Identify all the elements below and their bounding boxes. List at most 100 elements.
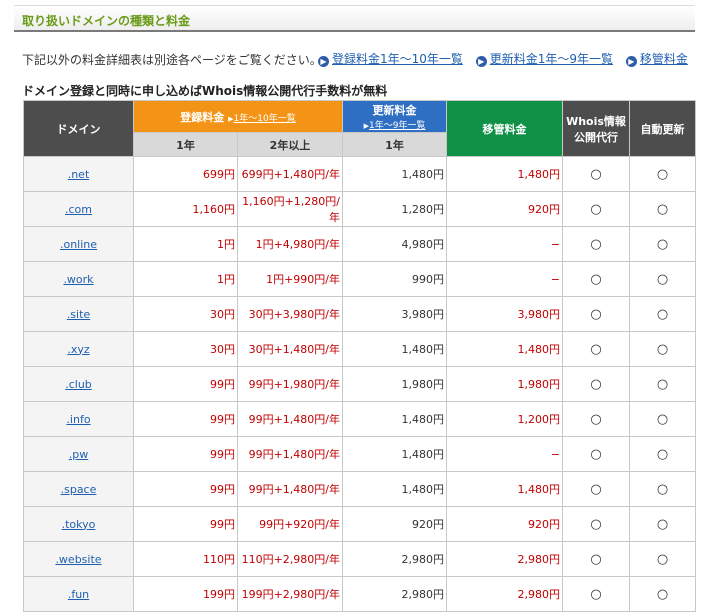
whois-available: ○ xyxy=(562,541,630,577)
whois-available: ○ xyxy=(562,296,630,332)
register-2y-price: 199円+2,980円/年 xyxy=(237,576,343,612)
whois-available: ○ xyxy=(562,191,630,227)
renew-price: 1,480円 xyxy=(342,156,447,192)
domain-link[interactable]: .net xyxy=(68,168,90,181)
domain-cell: .fun xyxy=(23,576,134,612)
whois-available: ○ xyxy=(562,471,630,507)
table-row: .pw 99円 99円+1,480円/年 1,480円 − ○ ○ xyxy=(23,436,696,472)
domain-cell: .com xyxy=(23,191,134,227)
domain-link[interactable]: .club xyxy=(65,378,92,391)
renew-price: 1,480円 xyxy=(342,331,447,367)
register-1y-price: 99円 xyxy=(133,506,238,542)
register-2y-price: 99円+1,480円/年 xyxy=(237,401,343,437)
domain-cell: .net xyxy=(23,156,134,192)
domain-link[interactable]: .online xyxy=(60,238,97,251)
header-renew: 更新料金 ▶1年〜9年一覧 xyxy=(342,100,447,133)
header-transfer: 移管料金 xyxy=(446,100,563,157)
table-row: .website 110円 110円+2,980円/年 2,980円 2,980円 ○ ○ xyxy=(23,541,696,577)
domain-link[interactable]: .fun xyxy=(68,588,89,601)
renew-price: 1,280円 xyxy=(342,191,447,227)
whois-available: ○ xyxy=(562,226,630,262)
register-price-list-link[interactable]: ▶ 登録料金1年〜10年一覧 xyxy=(318,52,463,67)
register-2y-price: 1,160円+1,280円/年 xyxy=(237,191,343,227)
table-row: .online 1円 1円+4,980円/年 4,980円 − ○ ○ xyxy=(23,226,696,262)
register-2y-price: 30円+3,980円/年 xyxy=(237,296,343,332)
domain-link[interactable]: .site xyxy=(67,308,90,321)
register-2y-price: 30円+1,480円/年 xyxy=(237,331,343,367)
auto-renew-available: ○ xyxy=(629,471,696,507)
arrow-right-icon: ▶ xyxy=(625,56,637,67)
renew-price: 1,980円 xyxy=(342,366,447,402)
transfer-price-label: 移管料金 xyxy=(639,52,688,66)
domain-link[interactable]: .info xyxy=(66,413,90,426)
domain-link[interactable]: .tokyo xyxy=(62,518,96,531)
renew-price-list-label: 更新料金1年〜9年一覧 xyxy=(489,52,614,66)
transfer-price: − xyxy=(446,436,563,472)
domain-link[interactable]: .work xyxy=(63,273,93,286)
auto-renew-available: ○ xyxy=(629,506,696,542)
transfer-price: − xyxy=(446,226,563,262)
domain-cell: .pw xyxy=(23,436,134,472)
domain-link[interactable]: .xyz xyxy=(67,343,89,356)
whois-available: ○ xyxy=(562,366,630,402)
auto-renew-available: ○ xyxy=(629,366,696,402)
domain-cell: .xyz xyxy=(23,331,134,367)
transfer-price: 920円 xyxy=(446,191,563,227)
header-domain: ドメイン xyxy=(23,100,134,157)
whois-available: ○ xyxy=(562,506,630,542)
renew-price: 1,480円 xyxy=(342,471,447,507)
arrow-right-icon: ▶ xyxy=(475,56,487,67)
auto-renew-available: ○ xyxy=(629,261,696,297)
register-2y-price: 99円+1,980円/年 xyxy=(237,366,343,402)
subheader-register-1y: 1年 xyxy=(133,132,238,157)
table-row: .fun 199円 199円+2,980円/年 2,980円 2,980円 ○ ○ xyxy=(23,576,696,612)
whois-available: ○ xyxy=(562,331,630,367)
renew-price-list-link[interactable]: ▶ 更新料金1年〜9年一覧 xyxy=(475,52,614,67)
whois-available: ○ xyxy=(562,261,630,297)
renew-price: 990円 xyxy=(342,261,447,297)
register-2y-price: 99円+920円/年 xyxy=(237,506,343,542)
register-1y-price: 99円 xyxy=(133,366,238,402)
header-auto-renew: 自動更新 xyxy=(629,100,696,157)
register-1y-price: 99円 xyxy=(133,436,238,472)
renew-price: 920円 xyxy=(342,506,447,542)
whois-available: ○ xyxy=(562,401,630,437)
transfer-price: 1,980円 xyxy=(446,366,563,402)
intro-text: 下記以外の料金詳細表は別途各ページをご覧ください。 xyxy=(22,53,322,67)
domain-cell: .work xyxy=(23,261,134,297)
domain-cell: .club xyxy=(23,366,134,402)
register-1y-price: 110円 xyxy=(133,541,238,577)
auto-renew-available: ○ xyxy=(629,541,696,577)
renew-price: 2,980円 xyxy=(342,576,447,612)
transfer-price: 1,480円 xyxy=(446,331,563,367)
domain-link[interactable]: .website xyxy=(55,553,101,566)
auto-renew-available: ○ xyxy=(629,331,696,367)
arrow-right-icon: ▶ xyxy=(318,56,329,67)
register-2y-price: 1円+990円/年 xyxy=(237,261,343,297)
header-whois: Whois情報公開代行 xyxy=(562,100,630,157)
renew-list-link[interactable]: 1年〜9年一覧 xyxy=(369,121,425,131)
transfer-price: 1,480円 xyxy=(446,471,563,507)
register-1y-price: 99円 xyxy=(133,471,238,507)
register-1y-price: 1,160円 xyxy=(133,191,238,227)
transfer-price: 1,480円 xyxy=(446,156,563,192)
table-row: .tokyo 99円 99円+920円/年 920円 920円 ○ ○ xyxy=(23,506,696,542)
table-row: .work 1円 1円+990円/年 990円 − ○ ○ xyxy=(23,261,696,297)
transfer-price-link[interactable]: ▶ 移管料金 xyxy=(625,52,688,67)
price-links: ▶ 登録料金1年〜10年一覧 ▶ 更新料金1年〜9年一覧 ▶ 移管料金 xyxy=(318,50,697,67)
domain-cell: .online xyxy=(23,226,134,262)
register-1y-price: 30円 xyxy=(133,296,238,332)
register-2y-price: 699円+1,480円/年 xyxy=(237,156,343,192)
register-list-link[interactable]: 1年〜10年一覧 xyxy=(234,114,296,124)
auto-renew-available: ○ xyxy=(629,156,696,192)
renew-price: 1,480円 xyxy=(342,436,447,472)
auto-renew-available: ○ xyxy=(629,226,696,262)
table-row: .net 699円 699円+1,480円/年 1,480円 1,480円 ○ ○ xyxy=(23,156,696,192)
register-2y-price: 110円+2,980円/年 xyxy=(237,541,343,577)
domain-link[interactable]: .pw xyxy=(69,448,88,461)
whois-free-note: ドメイン登録と同時に申し込めばWhois情報公開代行手数料が無料 xyxy=(22,84,388,98)
header-register-label: 登録料金 xyxy=(180,110,225,124)
auto-renew-available: ○ xyxy=(629,401,696,437)
domain-link[interactable]: .space xyxy=(61,483,97,496)
domain-link[interactable]: .com xyxy=(65,203,92,216)
